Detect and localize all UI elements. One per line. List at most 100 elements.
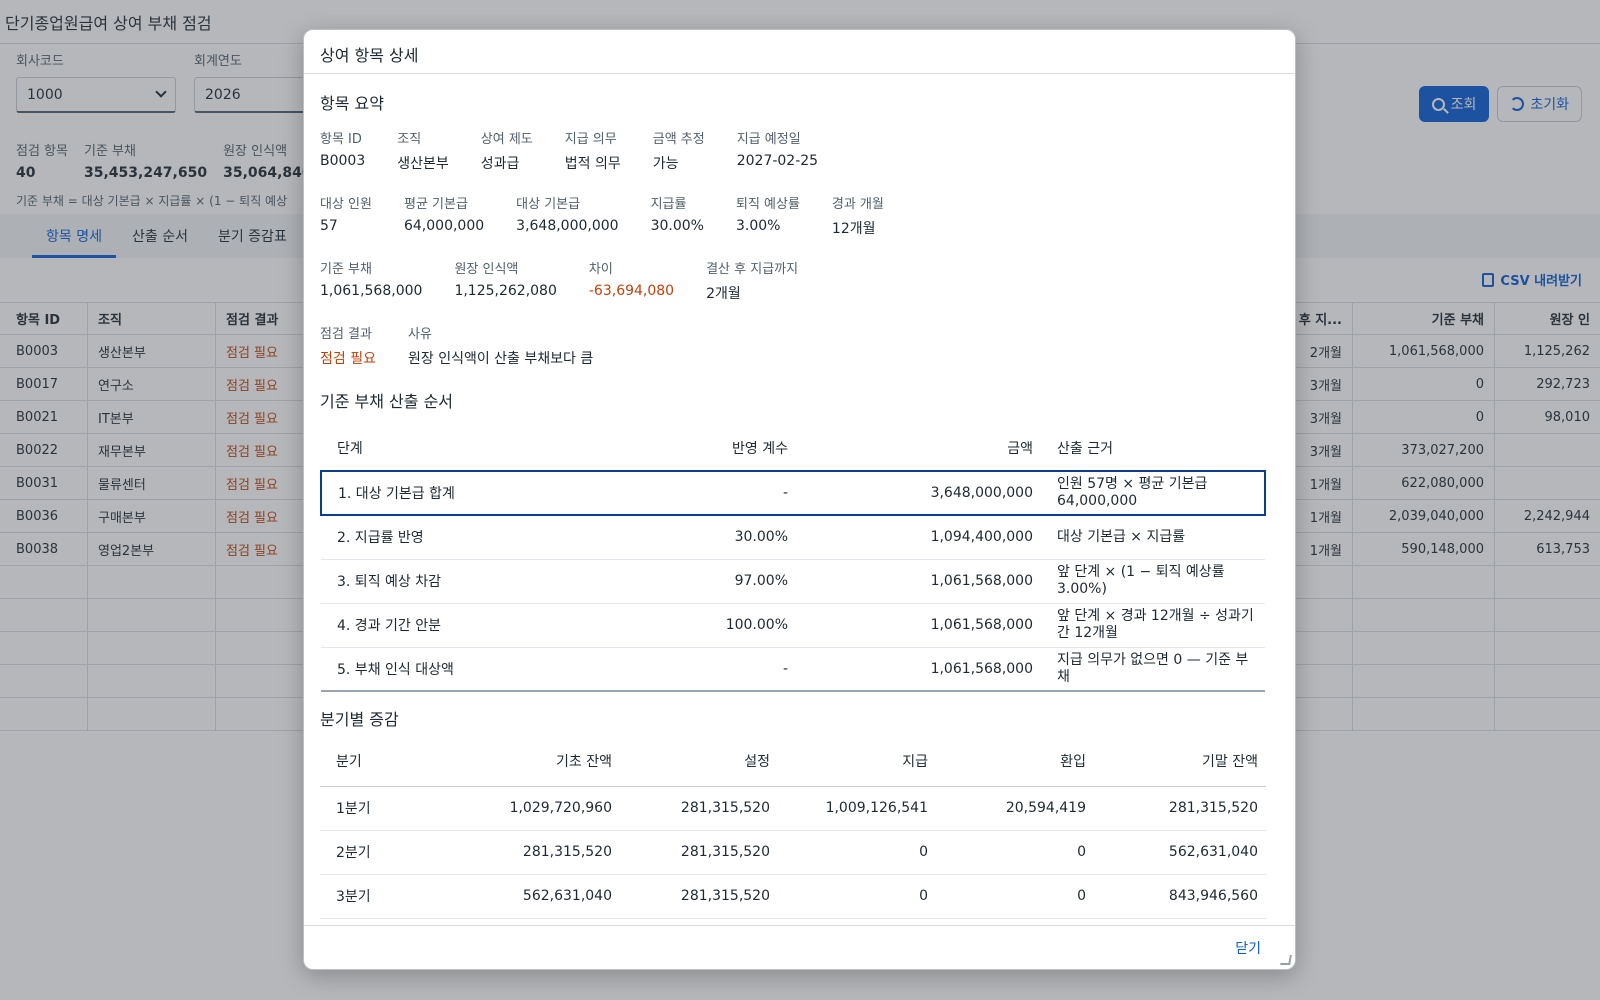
calc-row[interactable]: 4. 경과 기간 안분 100.00% 1,061,568,000 앞 단계 × 경과…	[321, 603, 1265, 648]
step-cell: 1. 대상 기본급 합계	[320, 470, 651, 516]
quarter-pay-cell: 0	[778, 918, 936, 925]
resize-handle-icon[interactable]	[1280, 955, 1292, 965]
field-label: 원장 인식액	[454, 262, 519, 277]
calc-table-header: 단계 반영 계수 금액 산출 근거	[321, 426, 1265, 472]
factor-cell: -	[651, 470, 796, 516]
quarter-close-cell: 281,315,520	[1094, 786, 1266, 831]
quarter-reverse-cell: 0	[936, 918, 1094, 925]
section-title-summary: 항목 요약	[320, 94, 384, 113]
summary-row: 점검 결과 점검 필요 사유 원장 인식액이 산출 부채보다 큼	[320, 323, 1279, 368]
quarter-cell: 1분기	[320, 786, 460, 831]
summary-row: 대상 인원 57 평균 기본급 64,000,000 대상 기본급 3,648,000,0…	[320, 193, 1279, 238]
summary-field: 지급 예정일 2027-02-25	[737, 128, 818, 173]
quarter-close-cell: 843,946,560	[1094, 874, 1266, 919]
summary-field: 대상 인원 57	[320, 193, 372, 238]
amount-cell: 1,061,568,000	[796, 603, 1041, 648]
field-value: 성과급	[480, 156, 520, 172]
summary-field: 지급률 30.00%	[651, 193, 704, 238]
close-button[interactable]: 닫기	[1235, 938, 1261, 958]
field-label: 조직	[397, 132, 422, 147]
field-value: 57	[320, 218, 338, 234]
quarter-set-cell: 281,315,520	[620, 874, 778, 919]
detail-modal: 상여 항목 상세 항목 요약 항목 ID B0003 조직 생산본부 상여 제도 성과급 지…	[303, 29, 1296, 970]
section-title-quarter: 분기별 증감	[320, 710, 399, 729]
quarter-close-cell: 562,631,040	[1094, 830, 1266, 875]
summary-field: 평균 기본급 64,000,000	[404, 193, 484, 238]
step-cell: 4. 경과 기간 안분	[321, 603, 651, 648]
field-value: 1,125,262,080	[454, 283, 557, 299]
field-label: 상여 제도	[480, 132, 533, 147]
factor-cell: 30.00%	[651, 515, 796, 560]
summary-field: 항목 ID B0003	[320, 128, 365, 173]
field-label: 경과 개월	[831, 197, 884, 212]
field-value: 가능	[652, 156, 679, 172]
summary-field: 대상 기본급 3,648,000,000	[516, 193, 618, 238]
column-header: 분기	[320, 736, 460, 787]
calc-table-body: 1. 대상 기본급 합계 -3,648,000,000 인원 57명 × 평균 기본…	[320, 470, 1266, 692]
summary-field: 경과 개월 12개월	[832, 193, 884, 238]
quarter-row[interactable]: 4분기843,946,560281,315,520001,125,262,080	[320, 918, 1266, 925]
summary-row: 항목 ID B0003 조직 생산본부 상여 제도 성과급 지급 의무 법적 의무 금액 추정 가…	[320, 128, 1279, 173]
field-value: 12개월	[831, 221, 876, 237]
basis-cell: 인원 57명 × 평균 기본급 64,000,000	[1041, 470, 1266, 516]
quarter-table-body: 1분기 1,029,720,960 281,315,520 1,009,126,541…	[320, 786, 1266, 925]
quarter-pay-cell: 0	[778, 874, 936, 919]
column-header: 지급	[778, 736, 936, 787]
quarter-cell: 2분기	[320, 830, 460, 875]
summary-field: 차이 -63,694,080	[589, 258, 674, 303]
field-value: 3,648,000,000	[516, 218, 619, 234]
quarter-cell: 3분기	[320, 874, 460, 919]
calc-table: 단계 반영 계수 금액 산출 근거 1. 대상 기본급 합계 -3,648,000…	[320, 426, 1266, 692]
summary-field: 사유 원장 인식액이 산출 부채보다 큼	[408, 323, 593, 368]
quarter-set-cell: 281,315,520	[620, 830, 778, 875]
step-cell: 3. 퇴직 예상 차감	[321, 559, 651, 604]
quarter-set-cell: 281,315,520	[620, 918, 778, 925]
field-label: 대상 인원	[320, 197, 372, 212]
quarter-open-cell: 281,315,520	[460, 830, 620, 875]
quarter-reverse-cell: 0	[936, 830, 1094, 875]
column-header: 산출 근거	[1041, 426, 1265, 472]
field-value: 2개월	[706, 286, 741, 302]
quarter-open-cell: 562,631,040	[460, 874, 620, 919]
quarter-row[interactable]: 2분기 281,315,520 281,315,520 0 0 562,631,040	[320, 830, 1266, 875]
field-value: 생산본부	[397, 156, 449, 172]
calc-row[interactable]: 2. 지급률 반영 30.00% 1,094,400,000 대상 기본급 × 지급률	[321, 515, 1265, 560]
quarter-close-cell: 1,125,262,080	[1094, 918, 1266, 925]
column-header: 기초 잔액	[460, 736, 620, 787]
factor-cell: 100.00%	[651, 603, 796, 648]
column-header: 환입	[936, 736, 1094, 787]
quarter-pay-cell: 0	[778, 830, 936, 875]
field-value: -63,694,080	[588, 283, 675, 299]
column-header: 설정	[620, 736, 778, 787]
summary-field: 지급 의무 법적 의무	[565, 128, 621, 173]
field-label: 점검 결과	[320, 327, 372, 342]
quarter-open-cell: 1,029,720,960	[460, 786, 620, 831]
column-header: 금액	[796, 426, 1041, 472]
summary-grid: 항목 ID B0003 조직 생산본부 상여 제도 성과급 지급 의무 법적 의무 금액 추정 가…	[320, 128, 1279, 368]
quarter-pay-cell: 1,009,126,541	[778, 786, 936, 831]
calc-row[interactable]: 3. 퇴직 예상 차감 97.00% 1,061,568,000 앞 단계 × (1 …	[321, 559, 1265, 604]
field-value: 3.00%	[735, 218, 781, 234]
calc-row[interactable]: 1. 대상 기본급 합계 -3,648,000,000 인원 57명 × 평균 기본…	[320, 470, 1266, 516]
summary-field: 점검 결과 점검 필요	[320, 323, 376, 368]
field-label: 지급 예정일	[736, 132, 801, 147]
quarter-row[interactable]: 1분기 1,029,720,960 281,315,520 1,009,126,541…	[320, 786, 1266, 831]
modal-body[interactable]: 항목 요약 항목 ID B0003 조직생산본부 상여 제도성과급 지급 의무 법적 의무…	[304, 74, 1295, 925]
field-value: B0003	[320, 153, 366, 169]
amount-cell: 3,648,000,000	[796, 470, 1041, 516]
field-label: 사유	[407, 327, 432, 342]
field-label: 퇴직 예상률	[735, 197, 800, 212]
factor-cell: -	[651, 647, 796, 692]
field-label: 대상 기본급	[516, 197, 581, 212]
basis-cell: 앞 단계 × (1 − 퇴직 예상률 3.00%)	[1041, 559, 1265, 604]
step-cell: 5. 부채 인식 대상액	[321, 647, 651, 692]
calc-row[interactable]: 5. 부채 인식 대상액 -1,061,568,000 지급 의무가 없으면 0 —…	[321, 647, 1265, 692]
modal-footer: 닫기	[304, 925, 1295, 969]
amount-cell: 1,094,400,000	[796, 515, 1041, 560]
factor-cell: 97.00%	[651, 559, 796, 604]
quarter-row[interactable]: 3분기 562,631,040 281,315,520 0 0 843,946,560	[320, 874, 1266, 919]
field-label: 항목 ID	[320, 132, 362, 147]
quarter-open-cell: 843,946,560	[460, 918, 620, 925]
summary-field: 결산 후 지급까지 2개월	[706, 258, 798, 303]
field-value: 1,061,568,000	[320, 283, 423, 299]
